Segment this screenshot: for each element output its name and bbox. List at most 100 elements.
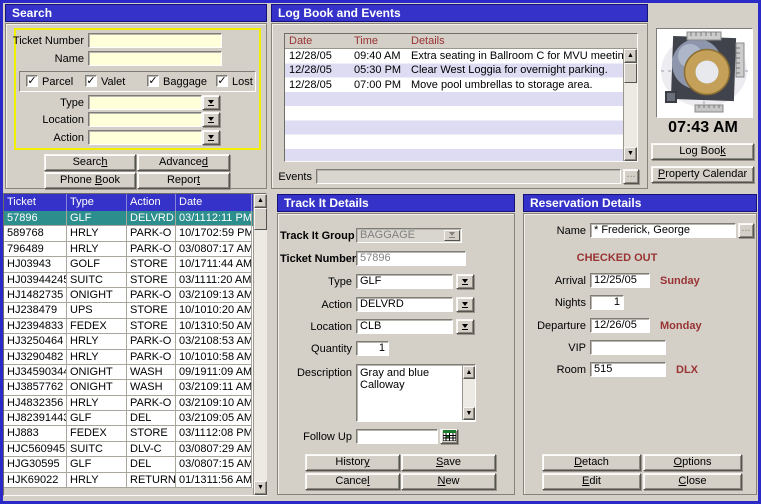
trackit-quantity-field[interactable]: 1 [356, 341, 389, 356]
ticket-number-input[interactable] [88, 33, 222, 48]
arrival-label: Arrival [526, 275, 586, 287]
log-book-button[interactable]: Log Book [651, 143, 754, 160]
parcel-checkbox[interactable]: ✓ [26, 75, 38, 87]
room-label: Room [526, 364, 586, 376]
col-ticket[interactable]: Ticket [4, 194, 67, 211]
logbook-table: Date Time Details 12/28/05 09:40 AM Extr… [284, 33, 638, 162]
arrival-field[interactable]: 12/25/05 [590, 273, 650, 288]
options-button[interactable]: Options [643, 454, 742, 471]
trackit-panel-title: Track It Details [277, 194, 515, 212]
dropdown-arrow-icon [207, 117, 215, 123]
followup-calendar-button[interactable] [440, 429, 458, 444]
logbook-scrollbar[interactable]: ▲ ▼ [623, 49, 637, 161]
scroll-up-button[interactable]: ▲ [254, 194, 267, 208]
col-log-date[interactable]: Date [285, 34, 350, 48]
logo-image [657, 29, 752, 117]
ticket-row[interactable]: HJ4832356 HRLY PARK-O 03/2109:10 AM [4, 396, 253, 411]
events-more-button[interactable]: ... [623, 169, 639, 184]
close-button[interactable]: Close [643, 473, 742, 490]
trackit-description-textarea[interactable]: Gray and blue Calloway ▲ ▼ [356, 364, 476, 422]
scroll-thumb[interactable] [624, 63, 637, 83]
trackit-location-dropdown-button[interactable] [456, 319, 474, 334]
ticket-row[interactable]: HJ1482735 ONIGHT PARK-O 03/2109:13 AM [4, 288, 253, 303]
trackit-location-select[interactable]: CLB [356, 319, 453, 334]
scroll-up-button[interactable]: ▲ [463, 366, 475, 379]
property-calendar-button[interactable]: Property Calendar [651, 166, 754, 183]
col-action[interactable]: Action [127, 194, 176, 211]
ticket-row[interactable]: HJG30595 GLF DEL 03/0807:15 AM [4, 457, 253, 472]
dropdown-arrow-icon [461, 324, 469, 330]
reservation-name-field[interactable]: * Frederick, George [590, 223, 736, 238]
ticket-row[interactable]: HJ3290482 HRLY PARK-O 10/1010:58 AM [4, 350, 253, 365]
ticket-table-scrollbar[interactable]: ▲ ▼ [253, 194, 267, 495]
type-select[interactable] [88, 95, 202, 110]
type-dropdown-button[interactable] [202, 95, 220, 110]
col-type[interactable]: Type [67, 194, 127, 211]
advanced-button[interactable]: Advanced [137, 154, 230, 171]
departure-field[interactable]: 12/26/05 [590, 318, 650, 333]
trackit-type-dropdown-button[interactable] [456, 274, 474, 289]
brand-logo [656, 28, 753, 118]
logbook-row[interactable]: 12/28/05 09:40 AM Extra seating in Ballr… [285, 49, 623, 63]
ticket-row[interactable]: HJ883 FEDEX STORE 03/1112:08 PM [4, 426, 253, 441]
action-dropdown-button[interactable] [202, 130, 220, 145]
trackit-group-dropdown-button[interactable] [444, 230, 460, 241]
location-select[interactable] [88, 112, 202, 127]
events-field[interactable] [316, 169, 621, 184]
lost-checkbox[interactable]: ✓ [216, 75, 228, 87]
action-select[interactable] [88, 130, 202, 145]
vip-field[interactable] [590, 340, 666, 355]
nights-field[interactable]: 1 [590, 295, 624, 310]
scroll-up-button[interactable]: ▲ [624, 49, 637, 63]
ticket-row[interactable]: 57896 GLF DELVRD 03/1112:11 PM [4, 211, 253, 226]
phone-book-button[interactable]: Phone Book [44, 172, 136, 189]
reservation-name-lookup-button[interactable]: ... [738, 223, 754, 238]
scroll-thumb[interactable] [254, 208, 267, 230]
logbook-row[interactable]: 12/28/05 05:30 PM Clear West Loggia for … [285, 63, 623, 77]
ticket-row[interactable]: HJ03943 GOLF STORE 10/1711:44 AM [4, 257, 253, 272]
col-log-details[interactable]: Details [407, 34, 637, 48]
description-scrollbar[interactable]: ▲ ▼ [462, 366, 475, 420]
ticket-row[interactable]: 589768 HRLY PARK-O 10/1702:59 PM [4, 226, 253, 241]
trackit-ticket-number-field[interactable]: 57896 [356, 251, 466, 266]
ticket-rows: 57896 GLF DELVRD 03/1112:11 PM 589768 HR… [4, 211, 253, 488]
baggage-checkbox[interactable]: ✓ [147, 75, 159, 87]
name-input[interactable] [88, 51, 222, 66]
trackit-followup-field[interactable] [356, 429, 438, 444]
search-button[interactable]: Search [44, 154, 136, 171]
scroll-down-button[interactable]: ▼ [463, 407, 475, 420]
detach-button[interactable]: Detach [542, 454, 641, 471]
history-button[interactable]: History [305, 454, 400, 471]
logbook-row[interactable]: 12/28/05 07:00 PM Move pool umbrellas to… [285, 78, 623, 92]
trackit-action-dropdown-button[interactable] [456, 297, 474, 312]
ticket-row[interactable]: 796489 HRLY PARK-O 03/0807:17 AM [4, 242, 253, 257]
cancel-button[interactable]: Cancel [305, 473, 400, 490]
reservation-panel: Name * Frederick, George ... CHECKED OUT… [523, 213, 757, 495]
dropdown-arrow-icon [461, 302, 469, 308]
ticket-row[interactable]: HJ3857762 ONIGHT WASH 03/2109:11 AM [4, 380, 253, 395]
ticket-row[interactable]: HJ238479 UPS STORE 10/1010:20 AM [4, 303, 253, 318]
valet-checkbox[interactable]: ✓ [85, 75, 97, 87]
save-button[interactable]: Save [401, 454, 496, 471]
scroll-down-button[interactable]: ▼ [624, 147, 637, 161]
trackit-group-label: Track It Group [280, 230, 352, 242]
ticket-table-header: Ticket Type Action Date [4, 194, 253, 211]
app-window: Search Ticket Number Name ✓ Parcel ✓ Val… [0, 0, 761, 504]
room-field[interactable]: 515 [590, 362, 666, 377]
trackit-action-select[interactable]: DELVRD [356, 297, 453, 312]
trackit-type-select[interactable]: GLF [356, 274, 453, 289]
scroll-down-button[interactable]: ▼ [254, 481, 267, 495]
col-log-time[interactable]: Time [350, 34, 407, 48]
ticket-row[interactable]: HJC560945 SUITC DLV-C 03/0807:29 AM [4, 442, 253, 457]
report-button[interactable]: Report [137, 172, 230, 189]
ticket-row[interactable]: HJ2394833 FEDEX STORE 10/1310:50 AM [4, 319, 253, 334]
ticket-row[interactable]: HJ34590344 ONIGHT WASH 09/1911:09 AM [4, 365, 253, 380]
ticket-row[interactable]: HJK69022 HRLY RETURNED 01/1311:56 AM [4, 473, 253, 488]
new-button[interactable]: New [401, 473, 496, 490]
ticket-row[interactable]: HJ3250464 HRLY PARK-O 03/2108:53 AM [4, 334, 253, 349]
ticket-row[interactable]: HJ82391443 GLF DEL 03/2109:05 AM [4, 411, 253, 426]
ticket-row[interactable]: HJ039442456 SUITC STORE 03/1111:20 AM [4, 273, 253, 288]
col-date[interactable]: Date [176, 194, 252, 211]
edit-button[interactable]: Edit [542, 473, 641, 490]
location-dropdown-button[interactable] [202, 112, 220, 127]
